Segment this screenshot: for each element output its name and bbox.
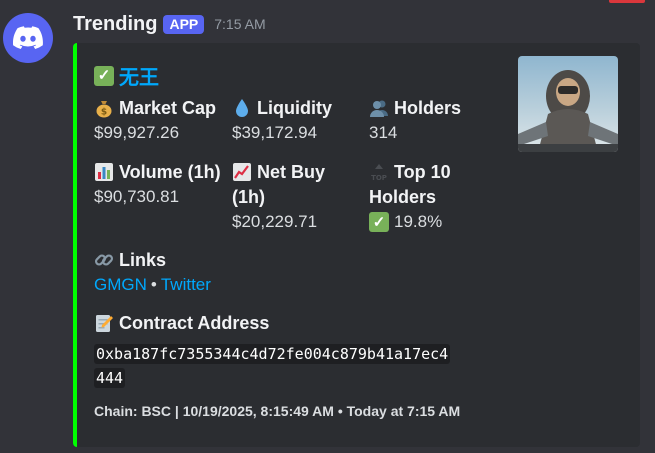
memo-icon (96, 315, 113, 332)
link-separator: • (150, 275, 157, 294)
embed-title-text[interactable]: 无王 (119, 61, 159, 90)
field-value-liquidity: $39,172.94 (232, 123, 318, 142)
field-value-volume: $90,730.81 (94, 187, 180, 206)
top-icon: TOP (371, 164, 387, 182)
message-header: Trending APP 7:15 AM (73, 11, 266, 37)
field-value-market-cap: $99,927.26 (94, 123, 180, 142)
field-volume: Volume (1h) $90,730.81 (94, 160, 221, 209)
field-net-buy: Net Buy (1h) $20,229.71 (232, 160, 325, 234)
field-name-top10: Top 10 (394, 162, 451, 182)
field-name-links: Links (119, 250, 167, 270)
contract-address-line1: 0xba187fc7355344c4d72fe004c879b41a17ec4 (94, 344, 451, 364)
field-name-holders: Holders (394, 98, 462, 118)
field-value-top10: 19.8% (394, 212, 443, 231)
field-contract-address: Contract Address 0xba187fc7355344c4d72fe… (94, 311, 451, 390)
field-name-net-buy: Net Buy (257, 162, 326, 182)
field-name-liquidity: Liquidity (257, 98, 332, 118)
embed-title: ✓ 无王 (94, 61, 159, 90)
chart-increasing-icon (233, 163, 251, 181)
field-market-cap: $ Market Cap $99,927.26 (94, 96, 216, 145)
contract-address-code[interactable]: 0xba187fc7355344c4d72fe004c879b41a17ec4 … (94, 342, 451, 390)
field-liquidity: Liquidity $39,172.94 (232, 96, 332, 145)
field-name-market-cap: Market Cap (119, 98, 217, 118)
field-name-contract: Contract Address (119, 313, 270, 333)
field-value-top10-row: ✓ 19.8% (369, 210, 451, 234)
username[interactable]: Trending (73, 13, 157, 36)
svg-text:TOP: TOP (371, 174, 387, 182)
links-row: GMGN • Twitter (94, 273, 211, 297)
svg-text:$: $ (101, 108, 107, 118)
close-indicator[interactable] (609, 0, 645, 3)
app-badge: APP (163, 14, 205, 34)
message-timestamp[interactable]: 7:15 AM (214, 16, 265, 32)
link-twitter[interactable]: Twitter (161, 275, 211, 294)
token-thumbnail[interactable] (518, 56, 618, 152)
link-icon (94, 254, 114, 266)
field-top10: TOP Top 10 Holders ✓ 19.8% (369, 160, 451, 234)
thumbnail-image (518, 56, 618, 152)
discord-message-view: Trending APP 7:15 AM ✓ 无王 $ Market Cap $… (0, 0, 655, 453)
droplet-icon (236, 99, 248, 117)
discord-logo-icon (13, 26, 43, 49)
field-name-top10-line2: Holders (369, 187, 437, 207)
field-name-net-buy-line2: (1h) (232, 187, 265, 207)
avatar[interactable] (3, 13, 53, 63)
check-mark-icon: ✓ (94, 65, 114, 86)
field-value-holders: 314 (369, 123, 398, 142)
field-name-volume: Volume (1h) (119, 162, 221, 182)
bar-chart-icon (95, 163, 113, 181)
embed-footer: Chain: BSC | 10/19/2025, 8:15:49 AM • To… (94, 403, 461, 419)
embed-card: ✓ 无王 $ Market Cap $99,927.26 Liquidity $… (73, 43, 640, 447)
field-holders: Holders 314 (369, 96, 461, 145)
field-links: Links GMGN • Twitter (94, 248, 211, 297)
link-gmgn[interactable]: GMGN (94, 275, 147, 294)
contract-address-line2: 444 (94, 368, 126, 388)
field-value-net-buy: $20,229.71 (232, 212, 318, 231)
money-bag-icon: $ (96, 101, 112, 118)
users-icon (370, 100, 388, 117)
check-mark-icon: ✓ (369, 212, 389, 232)
